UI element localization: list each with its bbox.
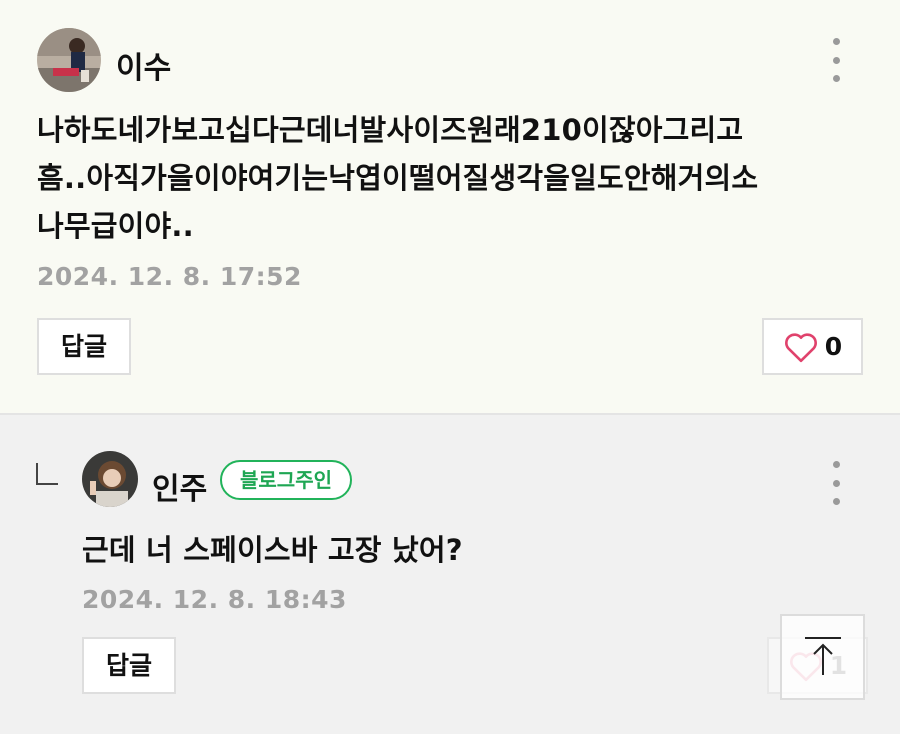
comment-author[interactable]: 인주 <box>152 464 207 508</box>
comment-text-line: 나하도네가보고십다근데너발사이즈원래210이잖아그리고 <box>37 113 744 147</box>
heart-icon <box>784 332 817 362</box>
comment-item: 이수 나하도네가보고십다근데너발사이즈원래210이잖아그리고 흠..아직가을이야… <box>0 0 900 413</box>
comment-author[interactable]: 이수 <box>116 43 171 87</box>
comment-text-line: 나무급이야.. <box>37 209 194 243</box>
comment-date: 2024. 12. 8. 17:52 <box>37 262 302 291</box>
reply-button[interactable]: 답글 <box>37 318 132 375</box>
comment-text: 나하도네가보고십다근데너발사이즈원래210이잖아그리고 흠..아직가을이야여기는… <box>37 106 758 250</box>
more-vertical-icon[interactable] <box>826 461 846 505</box>
comment-date: 2024. 12. 8. 18:43 <box>82 585 347 614</box>
scroll-to-top-button[interactable] <box>780 614 865 700</box>
like-count: 0 <box>824 332 843 361</box>
comment-text: 근데 너 스페이스바 고장 났어? <box>82 533 463 567</box>
blog-owner-badge: 블로그주인 <box>220 460 352 500</box>
arrow-up-to-top-icon <box>804 637 841 675</box>
like-button[interactable]: 0 <box>762 318 863 375</box>
avatar[interactable] <box>82 451 138 507</box>
reply-comment-item: 인주 블로그주인 근데 너 스페이스바 고장 났어? 2024. 12. 8. … <box>0 413 900 734</box>
reply-arrow-icon <box>36 463 58 485</box>
more-vertical-icon[interactable] <box>826 38 846 82</box>
avatar[interactable] <box>37 28 101 92</box>
comment-text-line: 흠..아직가을이야여기는낙엽이떨어질생각을일도안해거의소 <box>37 161 759 195</box>
reply-button[interactable]: 답글 <box>82 637 177 694</box>
